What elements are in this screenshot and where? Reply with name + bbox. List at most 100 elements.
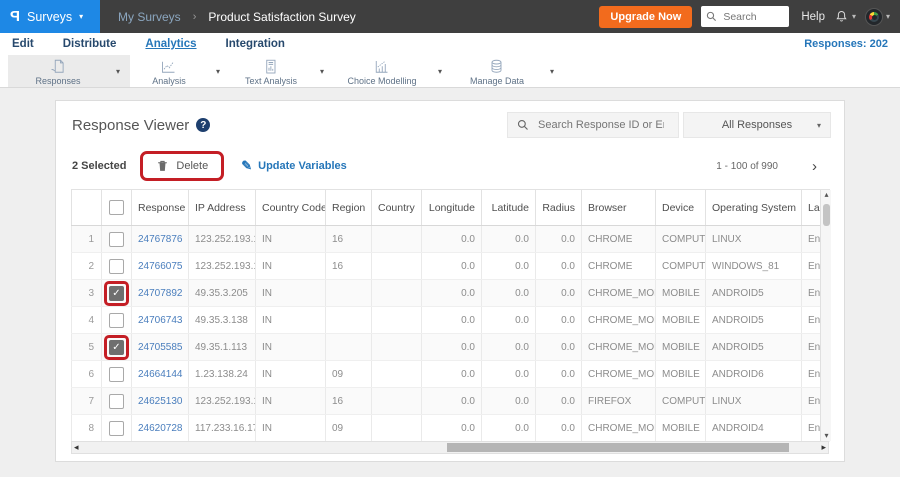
column-header-country: Country bbox=[371, 189, 422, 226]
vertical-scroll-thumb[interactable] bbox=[822, 204, 830, 226]
cell-checkbox bbox=[101, 360, 132, 388]
global-search-box[interactable] bbox=[701, 6, 790, 27]
cell-os: ANDROID5 bbox=[705, 306, 802, 334]
row-checkbox[interactable]: ✓ bbox=[109, 285, 124, 301]
cell-device: MOBILE bbox=[655, 414, 706, 442]
toolbar-item-manage-data[interactable]: Manage Data ▾ bbox=[452, 55, 564, 87]
toolbar-item-text-analysis[interactable]: Text Analysis ▾ bbox=[230, 55, 334, 87]
chevron-down-icon[interactable]: ▾ bbox=[542, 67, 564, 76]
scroll-up-icon[interactable]: ▴ bbox=[821, 190, 832, 200]
page-range: 1 - 100 of 990 bbox=[716, 160, 778, 172]
cell-response_id: 24706743 bbox=[131, 306, 189, 334]
cell-os: LINUX bbox=[705, 225, 802, 253]
row-checkbox[interactable] bbox=[109, 366, 124, 382]
cell-num: 2 bbox=[71, 252, 102, 280]
cell-ip: 49.35.3.205 bbox=[188, 279, 256, 307]
response-search-input[interactable] bbox=[536, 118, 666, 132]
pencil-icon: ✎ bbox=[241, 158, 253, 173]
row-checkbox[interactable] bbox=[109, 231, 124, 247]
selected-count: 2 Selected bbox=[72, 160, 127, 172]
scroll-down-icon[interactable]: ▾ bbox=[821, 431, 832, 441]
table-body: 124767876123.252.193.148IN160.00.00.0CHR… bbox=[71, 225, 830, 442]
table-row: 5 ✓ 24705585 49.35.1.113 IN 0.0 0.0 0.0 CHROME_M… bbox=[71, 333, 830, 361]
text-analysis-icon bbox=[266, 59, 276, 73]
row-checkbox[interactable] bbox=[109, 393, 124, 409]
account-menu[interactable]: ▾ bbox=[864, 7, 890, 26]
row-checkbox[interactable] bbox=[109, 258, 124, 274]
chevron-down-icon[interactable]: ▾ bbox=[208, 67, 230, 76]
cell-num: 3 bbox=[71, 279, 102, 307]
next-page-button[interactable]: › bbox=[812, 159, 817, 174]
update-variables-button[interactable]: ✎ Update Variables bbox=[241, 158, 347, 174]
cell-checkbox bbox=[101, 252, 132, 280]
scroll-right-icon[interactable]: ▸ bbox=[821, 442, 826, 453]
table-row: 724625130123.252.193.148IN160.00.00.0FIR… bbox=[71, 387, 830, 415]
cell-device: COMPUTER bbox=[655, 387, 706, 415]
toolbar-item-analysis[interactable]: Analysis ▾ bbox=[130, 55, 230, 87]
cell-longitude: 0.0 bbox=[421, 279, 482, 307]
response-id-link[interactable]: 24707892 bbox=[138, 288, 183, 299]
cell-country bbox=[371, 360, 422, 388]
tab-distribute[interactable]: Distribute bbox=[63, 38, 117, 50]
response-id-link[interactable]: 24767876 bbox=[138, 234, 183, 245]
help-link[interactable]: Help bbox=[801, 11, 825, 23]
cell-response_id: 24625130 bbox=[131, 387, 189, 415]
cell-radius: 0.0 bbox=[535, 333, 582, 361]
cell-country bbox=[371, 306, 422, 334]
cell-os: LINUX bbox=[705, 387, 802, 415]
delete-button[interactable]: Delete bbox=[147, 156, 217, 176]
response-id-link[interactable]: 24620728 bbox=[138, 423, 183, 434]
chevron-down-icon[interactable]: ▾ bbox=[430, 67, 452, 76]
response-search-box[interactable] bbox=[507, 112, 679, 138]
cell-country bbox=[371, 414, 422, 442]
tab-integration[interactable]: Integration bbox=[226, 38, 285, 50]
horizontal-scrollbar[interactable]: ◂ ▸ bbox=[71, 441, 829, 454]
filter-selected-value: All Responses bbox=[721, 119, 793, 131]
cell-country bbox=[371, 225, 422, 253]
response-id-link[interactable]: 24706743 bbox=[138, 315, 183, 326]
chevron-down-icon[interactable]: ▾ bbox=[312, 67, 334, 76]
notifications-menu[interactable]: ▾ bbox=[834, 9, 856, 24]
cell-radius: 0.0 bbox=[535, 306, 582, 334]
row-checkbox[interactable] bbox=[109, 420, 124, 436]
cell-latitude: 0.0 bbox=[481, 414, 536, 442]
column-header-checkbox[interactable] bbox=[101, 189, 132, 226]
cell-checkbox: ✓ bbox=[101, 279, 132, 307]
select-all-checkbox[interactable] bbox=[109, 200, 124, 215]
surveys-menu-label: Surveys bbox=[27, 9, 73, 24]
responses-count: Responses: 202 bbox=[804, 38, 888, 50]
cell-browser: CHROME bbox=[581, 225, 656, 253]
response-id-link[interactable]: 24664144 bbox=[138, 369, 183, 380]
horizontal-scroll-thumb[interactable] bbox=[447, 443, 789, 452]
vertical-scrollbar[interactable]: ▴ ▾ bbox=[820, 190, 831, 441]
cell-country bbox=[371, 252, 422, 280]
response-id-link[interactable]: 24705585 bbox=[138, 342, 183, 353]
scroll-left-icon[interactable]: ◂ bbox=[74, 442, 79, 453]
chevron-down-icon[interactable]: ▾ bbox=[108, 67, 130, 76]
tab-analytics[interactable]: Analytics bbox=[145, 38, 196, 50]
cell-longitude: 0.0 bbox=[421, 414, 482, 442]
responses-filter-dropdown[interactable]: All Responses ▾ bbox=[683, 112, 831, 138]
cell-os: ANDROID6 bbox=[705, 360, 802, 388]
global-search-input[interactable] bbox=[721, 9, 784, 24]
toolbar-item-choice-modelling[interactable]: Choice Modelling ▾ bbox=[334, 55, 452, 87]
cell-longitude: 0.0 bbox=[421, 360, 482, 388]
tab-edit[interactable]: Edit bbox=[12, 38, 34, 50]
cell-num: 5 bbox=[71, 333, 102, 361]
upgrade-now-button[interactable]: Upgrade Now bbox=[599, 5, 693, 28]
app-logo-menu[interactable]: P Surveys ▾ bbox=[0, 0, 100, 33]
cell-device: MOBILE bbox=[655, 306, 706, 334]
panel-header: Response Viewer ? All Responses ▾ bbox=[56, 101, 844, 141]
help-icon[interactable]: ? bbox=[196, 118, 211, 132]
row-checkbox[interactable]: ✓ bbox=[109, 339, 124, 355]
response-id-link[interactable]: 24625130 bbox=[138, 396, 183, 407]
header-row: Response ID▲IP AddressCountry CodeRegion… bbox=[71, 189, 830, 226]
breadcrumb-my-surveys[interactable]: My Surveys bbox=[118, 10, 181, 24]
toolbar-item-responses[interactable]: Responses ▾ bbox=[8, 55, 130, 87]
chevron-down-icon: ▾ bbox=[851, 12, 856, 21]
response-id-link[interactable]: 24766075 bbox=[138, 261, 183, 272]
cell-checkbox: ✓ bbox=[101, 333, 132, 361]
cell-region bbox=[325, 279, 372, 307]
row-checkbox[interactable] bbox=[109, 312, 124, 328]
column-header-response_id[interactable]: Response ID▲ bbox=[131, 189, 189, 226]
